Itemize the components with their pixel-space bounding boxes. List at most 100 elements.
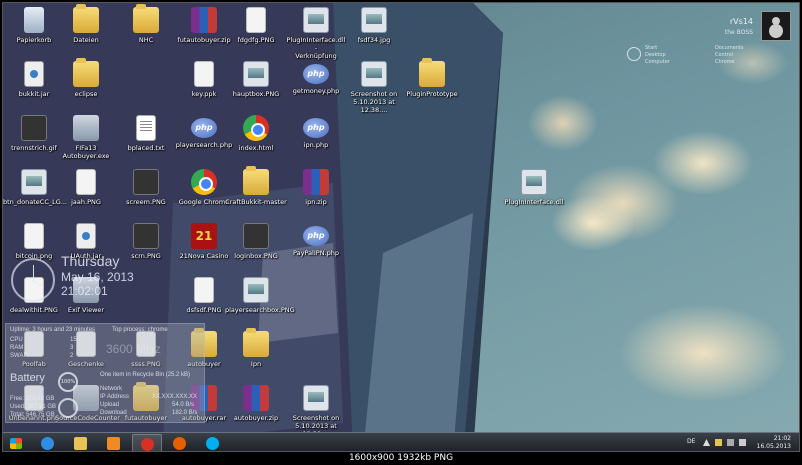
folder-icon <box>243 166 269 195</box>
desktop-icon-pluginprototype[interactable]: PluginPrototype <box>401 58 463 98</box>
link-start[interactable]: Start <box>645 45 657 51</box>
img-icon <box>303 7 329 33</box>
desktop-icon-label: screem.PNG <box>126 198 166 206</box>
disk-total: Total: 546.75 GB <box>10 412 55 418</box>
desktop-icon-plugininterface-dll-verkn-pfung[interactable]: PlugInInterface.dll - Verknüpfung <box>285 7 347 60</box>
desktop-icon-paypalipn-php[interactable]: PayPalIPN.php <box>285 223 347 257</box>
desktop-icon-label: PlugInInterface.dll <box>504 198 564 206</box>
desktop-icon-label: scrn.PNG <box>131 252 161 260</box>
img-icon <box>361 7 387 33</box>
chrome-icon <box>243 115 269 141</box>
desktop-icon-label: CraftBukkit-master <box>225 198 287 206</box>
volume-icon[interactable] <box>739 439 746 446</box>
desktop-icon-craftbukkit-master[interactable]: CraftBukkit-master <box>225 166 287 206</box>
file-explorer-icon <box>74 437 87 450</box>
file-icon <box>24 223 44 249</box>
desktop-icon-label: Dateien <box>73 36 99 44</box>
link-control[interactable]: Control <box>715 52 733 58</box>
desktop-icon-screenshot-on-5-10-2013-at-12-38[interactable]: Screenshot on 5.10.2013 at 12.38.... <box>343 61 405 114</box>
casino-icon: 21 <box>191 223 217 249</box>
desktop-icon-scrn-png[interactable]: scrn.PNG <box>115 223 177 260</box>
desktop-icon-label: autobuyer.zip <box>233 414 279 422</box>
desktop-icon-eclipse[interactable]: eclipse <box>55 58 117 98</box>
link-chrome[interactable]: Chrome <box>715 59 735 65</box>
battery-ring: 100% <box>58 372 78 392</box>
desktop-icon-label: fsdf34.jpg <box>357 36 391 44</box>
desktop-icon-label: Screenshot on 5.10.2013 at 12.38.... <box>350 90 398 114</box>
folder-icon <box>419 58 445 87</box>
folder-icon <box>133 4 159 33</box>
taskbar-firefox-button[interactable] <box>165 434 195 451</box>
taskbar-file-explorer-button[interactable] <box>66 434 96 451</box>
language-indicator[interactable]: DE <box>687 438 695 445</box>
taskbar-clock-time[interactable]: 21:02 <box>774 435 791 442</box>
desktop-icon-label: Ipn <box>250 360 262 368</box>
chrome-icon <box>141 438 154 451</box>
desktop-icon-nhc[interactable]: NHC <box>115 4 177 44</box>
file-icon <box>76 169 96 195</box>
desktop-icon-fsdf34-jpg[interactable]: fsdf34.jpg <box>343 7 405 44</box>
uptime-text: Uptime: 3 hours and 23 minutes <box>10 327 96 333</box>
ram-label: RAM <box>10 345 24 351</box>
desktop-icon-fifa13-autobuyer-exe[interactable]: FIFa13 Autobuyer.exe <box>55 115 117 160</box>
img-icon <box>243 277 269 303</box>
desktop-icon-label: eclipse <box>74 90 98 98</box>
taskbar-media-player-button[interactable] <box>99 434 129 451</box>
desktop-icon-label: ipn.zip <box>305 198 327 206</box>
desktop-icon-index-html[interactable]: index.html <box>225 115 287 152</box>
desktop-icon-label: bplaced.txt <box>127 144 165 152</box>
desktop-icon-bplaced-txt[interactable]: bplaced.txt <box>115 115 177 152</box>
link-desktop[interactable]: Desktop <box>645 52 666 58</box>
php-icon <box>191 118 217 138</box>
internet-explorer-icon <box>41 437 54 450</box>
desktop-icon-dateien[interactable]: Dateien <box>55 4 117 44</box>
show-hidden-icons-icon[interactable] <box>703 439 710 446</box>
desktop-icon-fdgdfg-png[interactable]: fdgdfg.PNG <box>225 7 287 44</box>
taskbar-chrome-button[interactable] <box>132 434 162 451</box>
desktop-icon-label: playersearchbox.PNG <box>225 306 295 314</box>
desktop-icon-hauptbox-png[interactable]: hauptbox.PNG <box>225 61 287 98</box>
desktop-icon-ipn[interactable]: Ipn <box>225 328 287 368</box>
clock-time: 21:02:01 <box>61 284 108 298</box>
link-computer[interactable]: Computer <box>645 59 670 65</box>
img-icon <box>361 61 387 87</box>
desktop-icon-plugininterface-dll[interactable]: PlugInInterface.dll <box>503 169 565 206</box>
desktop-icon-ipn-php[interactable]: ipn.php <box>285 115 347 149</box>
desktop-icon-label: loginbox.PNG <box>234 252 278 260</box>
desktop-icon-screem-png[interactable]: screem.PNG <box>115 169 177 206</box>
desktop-icon-playersearchbox-png[interactable]: playersearchbox.PNG <box>225 277 295 314</box>
desktop-icon-label: PlugInInterface.dll - Verknüpfung <box>286 36 346 60</box>
desktop-icon-label: index.html <box>238 144 274 152</box>
ip-label: IP Address <box>100 394 129 400</box>
battery-percent: 100% <box>60 379 76 385</box>
download-label: Download <box>100 410 127 416</box>
skype-icon <box>206 437 219 450</box>
desktop-icon-loginbox-png[interactable]: loginbox.PNG <box>225 223 287 260</box>
desktop-icon-autobuyer-zip[interactable]: autobuyer.zip <box>225 385 287 422</box>
action-center-flag-icon[interactable] <box>715 439 722 446</box>
system-tray: DE 21:02 16.05.2013 <box>687 435 797 451</box>
network-label: Network <box>100 386 123 392</box>
top-process-text: Top process: chrome <box>112 327 168 333</box>
exe-icon <box>73 115 99 141</box>
power-icon[interactable] <box>627 47 641 61</box>
desktop-icon-screenshot-on-5-10-2013-at-12-38[interactable]: Screenshot on 5.10.2013 at 12.38.... <box>285 385 347 438</box>
taskbar-skype-button[interactable] <box>198 434 228 451</box>
desktop-icon-getmoney-php[interactable]: getmoney.php <box>285 61 347 95</box>
php-icon <box>303 226 329 246</box>
desktop-icon-ipn-zip[interactable]: ipn.zip <box>285 169 347 206</box>
taskbar-clock-date[interactable]: 16.05.2013 <box>757 443 791 450</box>
taskbar-internet-explorer-button[interactable] <box>33 434 63 451</box>
folder-icon <box>73 4 99 33</box>
image-viewer-caption: 1600x900 1932kb PNG <box>0 452 802 465</box>
desktop-icon-label: getmoney.php <box>292 87 340 95</box>
link-documents[interactable]: Documents <box>715 45 744 51</box>
folder-icon <box>73 58 99 87</box>
rar-icon <box>303 169 329 195</box>
network-icon[interactable] <box>727 439 734 446</box>
desktop-icon-label: ipn.php <box>303 141 329 149</box>
firefox-icon <box>173 437 186 450</box>
desktop-icon-jaah-png[interactable]: jaah.PNG <box>55 169 117 206</box>
start-button[interactable] <box>5 434 27 451</box>
jar-icon <box>24 61 44 87</box>
